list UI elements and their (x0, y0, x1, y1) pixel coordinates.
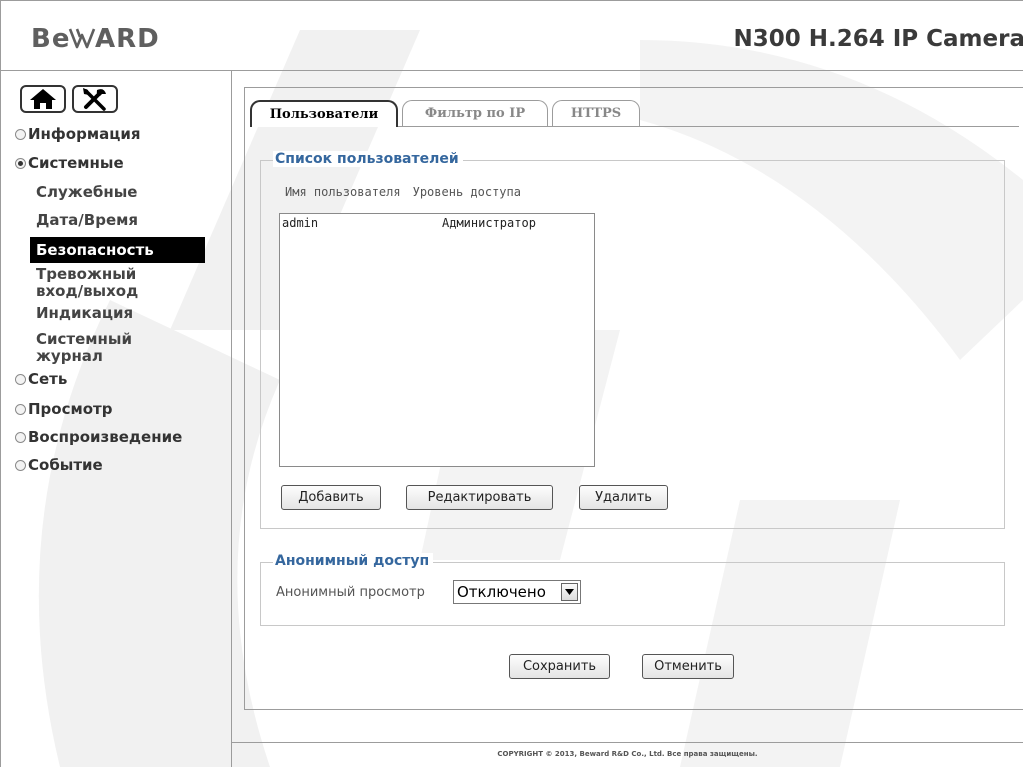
user-level: Администратор (442, 216, 536, 230)
menu-syslog-line2: журнал (36, 347, 103, 365)
menu-syslog-line1: Системный (36, 330, 132, 348)
menu-system[interactable]: Системные (15, 154, 124, 172)
menu-view-label: Просмотр (28, 400, 113, 418)
radio-icon (15, 373, 26, 385)
menu-info[interactable]: Информация (15, 125, 141, 143)
sidebar: Информация Системные Служебные Дата/Врем… (0, 71, 232, 767)
menu-service[interactable]: Служебные (36, 184, 137, 201)
anonymous-group-title: Анонимный доступ (273, 553, 434, 569)
home-icon (30, 89, 56, 109)
menu-network-label: Сеть (28, 370, 68, 388)
list-item[interactable]: admin Администратор (282, 216, 536, 230)
camera-title: N300 H.264 IP Camera (733, 26, 1023, 52)
chevron-down-icon[interactable] (561, 583, 578, 601)
anonymous-view-value: Отключено (457, 583, 546, 601)
tab-https[interactable]: HTTPS (552, 100, 640, 127)
svg-text:Be: Be (31, 24, 70, 51)
beward-logo-mark: Be ARD (31, 24, 160, 54)
users-column-headers: Имя пользователя Уровень доступа (285, 185, 533, 199)
footer-copyright: COPYRIGHT © 2013, Beward R&D Co., Ltd. В… (497, 750, 758, 758)
tab-ip-filter[interactable]: Фильтр по IP (402, 100, 548, 127)
menu-event-label: Событие (28, 456, 103, 474)
menu-datetime[interactable]: Дата/Время (36, 212, 138, 229)
users-group-title: Список пользователей (273, 151, 463, 167)
radio-icon (15, 459, 26, 471)
save-button[interactable]: Сохранить (509, 654, 610, 679)
beward-logo: Be ARD (31, 23, 181, 58)
page-frame: Be ARD N300 H.264 IP Camera Информация С… (0, 0, 1023, 767)
header: Be ARD N300 H.264 IP Camera (0, 0, 1023, 71)
menu-syslog[interactable]: Системный журнал (36, 331, 132, 365)
home-button[interactable] (20, 85, 66, 113)
anonymous-view-label: Анонимный просмотр (276, 585, 425, 600)
edit-button[interactable]: Редактировать (406, 485, 553, 510)
user-name: admin (282, 216, 319, 230)
tools-icon (83, 88, 106, 111)
radio-icon (15, 403, 26, 415)
delete-button[interactable]: Удалить (579, 485, 668, 510)
menu-indication[interactable]: Индикация (36, 305, 133, 322)
menu-system-label: Системные (28, 154, 124, 172)
add-button[interactable]: Добавить (281, 485, 381, 510)
footer-divider (232, 742, 1023, 743)
anonymous-view-select[interactable]: Отключено (453, 580, 581, 604)
menu-alarm-line2: вход/выход (36, 282, 139, 300)
menu-info-label: Информация (28, 125, 141, 143)
tab-users[interactable]: Пользователи (250, 100, 398, 127)
radio-icon (15, 128, 26, 140)
svg-text:ARD: ARD (95, 24, 160, 51)
menu-event[interactable]: Событие (15, 456, 103, 474)
menu-playback[interactable]: Воспроизведение (15, 428, 182, 446)
menu-alarm-line1: Тревожный (36, 265, 137, 283)
menu-view[interactable]: Просмотр (15, 400, 113, 418)
cancel-button[interactable]: Отменить (642, 654, 734, 679)
tools-button[interactable] (72, 85, 118, 113)
column-access-level: Уровень доступа (412, 185, 521, 199)
top-buttons (20, 85, 118, 113)
menu-playback-label: Воспроизведение (28, 428, 183, 446)
menu-security[interactable]: Безопасность (30, 237, 205, 263)
menu-alarm-io[interactable]: Тревожный вход/выход (36, 266, 138, 300)
column-username: Имя пользователя (285, 185, 401, 199)
radio-checked-icon (15, 157, 26, 169)
users-list[interactable]: admin Администратор (279, 213, 595, 467)
menu-network[interactable]: Сеть (15, 370, 67, 388)
radio-icon (15, 431, 26, 443)
